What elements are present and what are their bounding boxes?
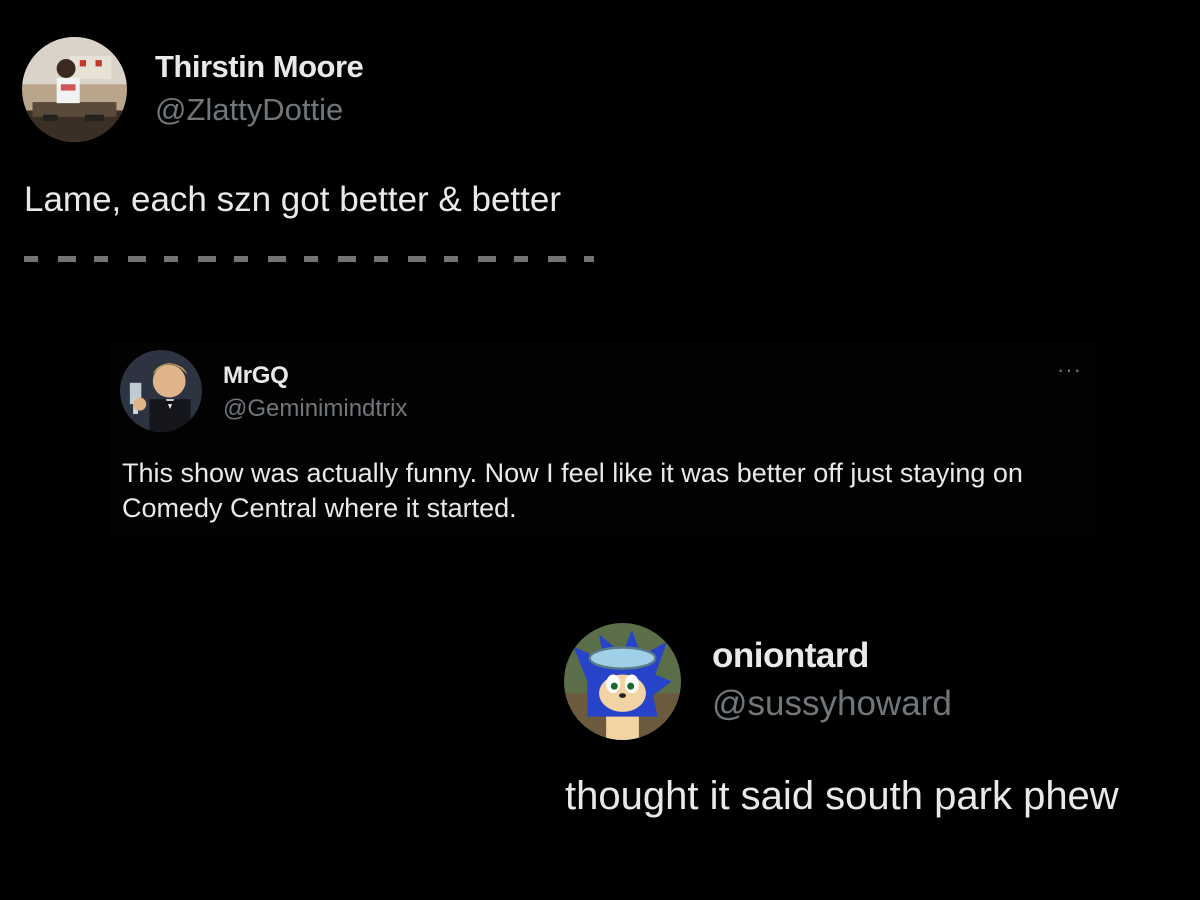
user-handle[interactable]: @Geminimindtrix — [223, 395, 407, 423]
tweet-text: Lame, each szn got better & better — [24, 180, 561, 219]
cropped-text-line — [24, 256, 594, 262]
user-handle[interactable]: @ZlattyDottie — [155, 92, 343, 128]
user-avatar[interactable] — [564, 623, 681, 740]
user-avatar[interactable] — [120, 350, 202, 432]
tweet-card: Thirstin Moore @ZlattyDottie Lame, each … — [0, 0, 640, 262]
sonic-avatar-icon — [564, 623, 681, 740]
user-avatar[interactable] — [22, 37, 127, 142]
display-name[interactable]: oniontard — [712, 636, 869, 676]
tweet-card: oniontard @sussyhoward thought it said s… — [548, 612, 1188, 842]
display-name[interactable]: MrGQ — [223, 362, 289, 390]
tweet-card: MrGQ @Geminimindtrix ··· This show was a… — [108, 340, 1098, 535]
tweet-text: This show was actually funny. Now I feel… — [122, 458, 1023, 523]
tweet-text: thought it said south park phew — [565, 774, 1119, 818]
display-name[interactable]: Thirstin Moore — [155, 49, 364, 85]
user-handle[interactable]: @sussyhoward — [712, 684, 952, 724]
more-options-icon[interactable]: ··· — [1057, 359, 1082, 381]
toast-avatar-icon — [120, 350, 202, 432]
dj-avatar-icon — [22, 37, 127, 142]
